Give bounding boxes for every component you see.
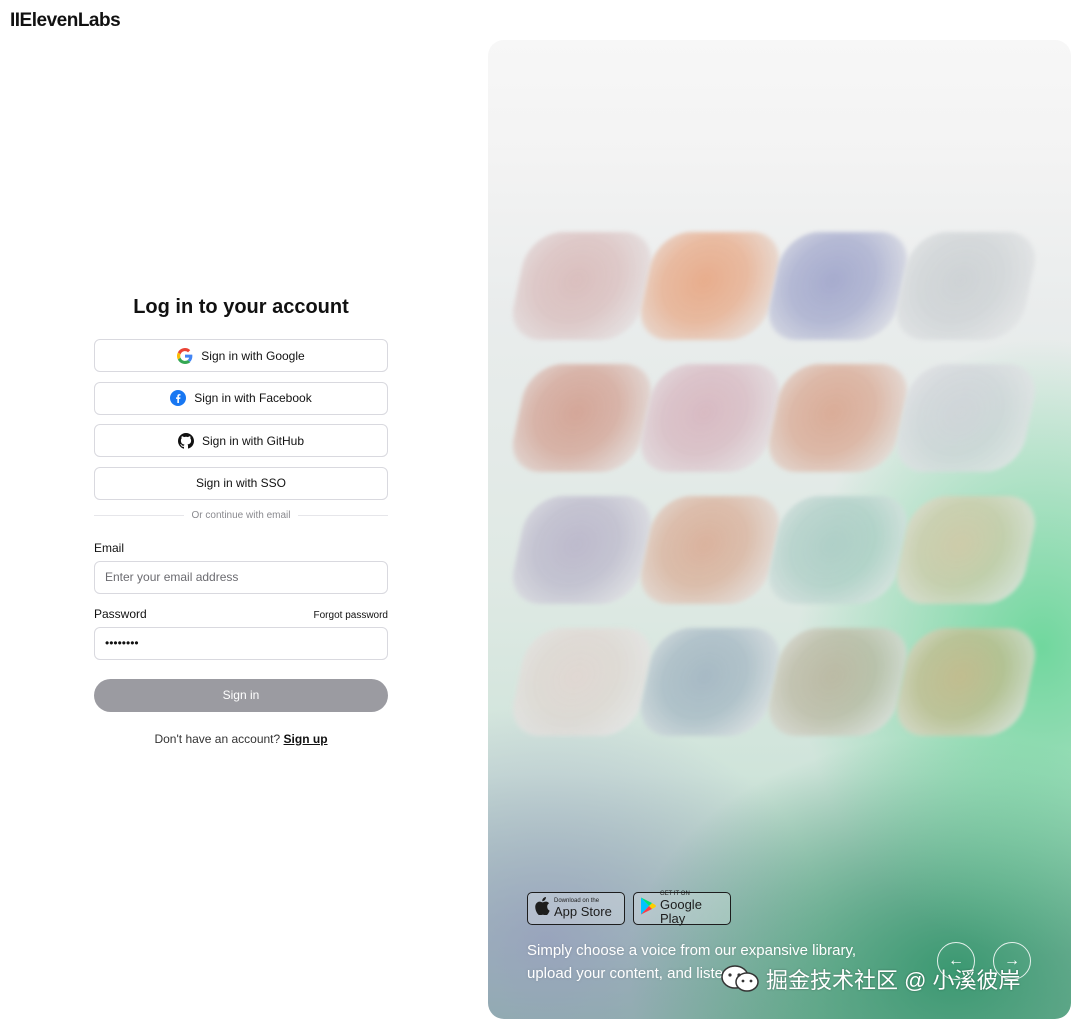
voice-tile bbox=[762, 496, 914, 604]
facebook-signin-label: Sign in with Facebook bbox=[194, 391, 312, 405]
password-label-row: Password Forgot password bbox=[94, 607, 388, 621]
voice-tile bbox=[634, 628, 786, 736]
signup-row: Don't have an account? Sign up bbox=[94, 732, 388, 746]
password-label: Password bbox=[94, 606, 147, 621]
github-signin-label: Sign in with GitHub bbox=[201, 433, 305, 448]
voice-tile bbox=[506, 628, 658, 736]
login-form: Log in to your account Sign in with Goog… bbox=[94, 296, 388, 746]
watermark-text: 掘金技术社区 @ 小溪彼岸 bbox=[766, 968, 1021, 993]
google-signin-button[interactable]: Sign in with Google bbox=[94, 339, 388, 372]
voice-tile bbox=[890, 628, 1042, 736]
google-play-big: Google Play bbox=[660, 897, 702, 926]
app-store-badge[interactable]: Download on the App Store bbox=[527, 892, 625, 925]
email-label: Email bbox=[94, 540, 125, 555]
apple-icon bbox=[534, 897, 550, 920]
voice-tile bbox=[634, 364, 786, 472]
watermark: 掘金技术社区 @ 小溪彼岸 bbox=[720, 963, 1021, 995]
google-icon bbox=[177, 347, 193, 364]
wechat-icon bbox=[720, 964, 760, 994]
voice-tile bbox=[890, 496, 1042, 604]
password-field[interactable] bbox=[94, 626, 388, 660]
store-badges: Download on the App Store GET IT ON Goog… bbox=[527, 891, 731, 926]
voice-tile bbox=[890, 364, 1042, 472]
divider-line-left bbox=[94, 514, 184, 516]
voice-tile bbox=[762, 232, 914, 340]
app-store-big: App Store bbox=[554, 904, 612, 919]
facebook-signin-button[interactable]: Sign in with Facebook bbox=[94, 381, 388, 415]
voice-tile bbox=[506, 232, 658, 340]
elevenlabs-logo: IIElevenLabs bbox=[10, 10, 121, 31]
voice-tile bbox=[506, 364, 658, 472]
google-play-text: GET IT ON Google Play bbox=[660, 891, 724, 926]
sign-in-button[interactable]: Sign in bbox=[94, 678, 388, 712]
forgot-password-link[interactable]: Forgot password bbox=[314, 610, 388, 621]
tagline-line-1: Simply choose a voice from our expansive… bbox=[527, 942, 857, 959]
email-field[interactable] bbox=[94, 560, 388, 594]
divider-text: Or continue with email bbox=[191, 509, 291, 521]
signup-prompt: Don't have an account? bbox=[154, 731, 281, 746]
promo-panel: Download on the App Store GET IT ON Goog… bbox=[488, 40, 1071, 1019]
voice-tile-grid bbox=[506, 232, 1048, 736]
page-title: Log in to your account bbox=[133, 296, 349, 318]
facebook-icon bbox=[170, 390, 187, 406]
voice-tile bbox=[762, 628, 914, 736]
email-divider: Or continue with email bbox=[94, 510, 388, 521]
google-play-badge[interactable]: GET IT ON Google Play bbox=[633, 891, 731, 926]
signup-link[interactable]: Sign up bbox=[284, 732, 328, 746]
google-play-icon bbox=[640, 897, 656, 920]
sso-signin-label: Sign in with SSO bbox=[195, 476, 287, 490]
voice-tile bbox=[890, 232, 1042, 340]
divider-line-right bbox=[298, 514, 388, 516]
sso-signin-button[interactable]: Sign in with SSO bbox=[94, 466, 388, 500]
google-signin-label: Sign in with Google bbox=[201, 348, 305, 363]
voice-tile bbox=[762, 364, 914, 472]
app-store-text: Download on the App Store bbox=[554, 898, 612, 919]
github-icon bbox=[177, 432, 194, 449]
voice-tile bbox=[634, 232, 786, 340]
voice-tile bbox=[634, 496, 786, 604]
email-label-row: Email bbox=[94, 541, 388, 555]
voice-tile bbox=[506, 496, 658, 604]
github-signin-button[interactable]: Sign in with GitHub bbox=[94, 424, 388, 457]
